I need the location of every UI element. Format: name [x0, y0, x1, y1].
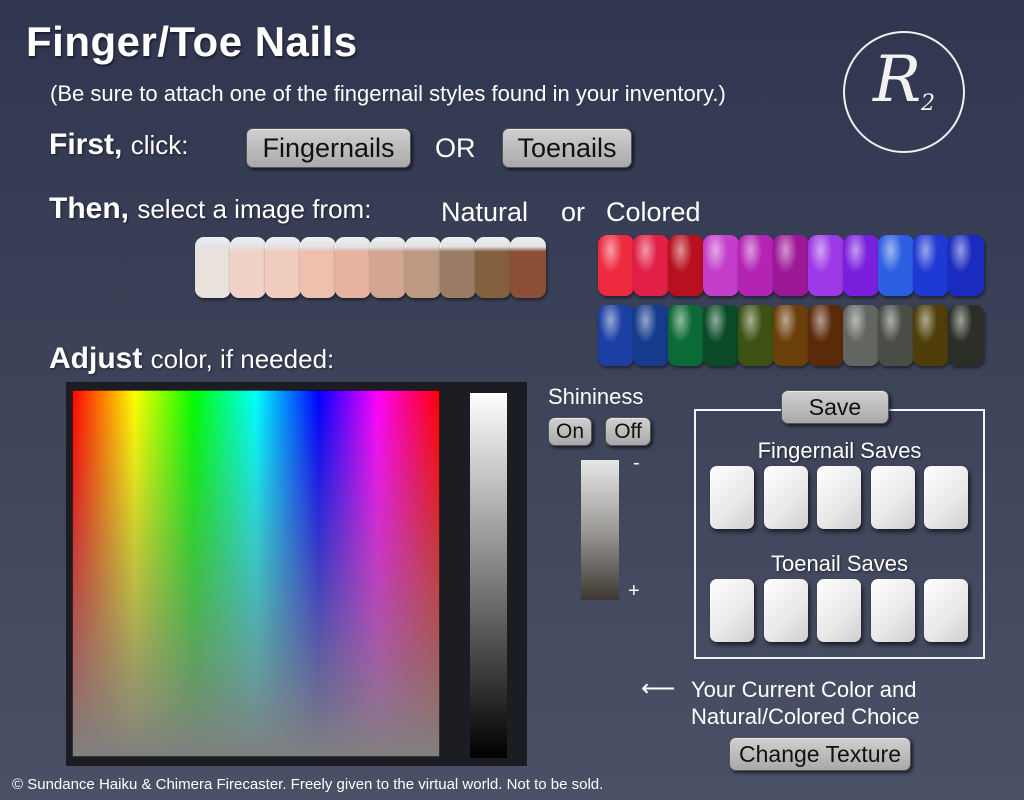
natural-nail-swatch[interactable]	[475, 237, 511, 298]
colored-nail-swatch[interactable]	[633, 235, 669, 296]
step3-bold: Adjust	[49, 342, 143, 375]
fingernail-save-slot[interactable]	[710, 466, 754, 529]
toenail-save-slot[interactable]	[763, 579, 808, 642]
colored-nail-swatch[interactable]	[633, 305, 669, 366]
colored-nail-swatch[interactable]	[773, 305, 809, 366]
fingernails-button[interactable]: Fingernails	[246, 128, 411, 168]
step2-bold: Then,	[49, 192, 129, 225]
save-button[interactable]: Save	[781, 390, 889, 424]
logo-subscript: 2	[921, 91, 935, 116]
colored-nail-swatch[interactable]	[703, 235, 739, 296]
step1-label: First, click:	[49, 128, 188, 162]
natural-nail-swatch[interactable]	[440, 237, 476, 298]
color-picker	[66, 382, 527, 766]
or-label: OR	[435, 133, 476, 163]
brand-logo: R 2	[843, 31, 965, 153]
colored-swatch-group-row2	[598, 305, 990, 367]
current-color-text: Your Current Color and Natural/Colored C…	[691, 676, 920, 730]
page-subtitle: (Be sure to attach one of the fingernail…	[50, 81, 726, 106]
natural-nail-swatch[interactable]	[510, 237, 546, 298]
natural-nail-swatch[interactable]	[335, 237, 371, 298]
fingernail-saves-row	[710, 466, 975, 536]
change-texture-button[interactable]: Change Texture	[729, 737, 911, 771]
colored-nail-swatch[interactable]	[878, 305, 914, 366]
colored-nail-swatch[interactable]	[843, 305, 879, 366]
arrow-left-icon: ⟵	[641, 675, 676, 702]
colored-nail-swatch[interactable]	[948, 235, 984, 296]
footer-copyright: © Sundance Haiku & Chimera Firecaster. F…	[12, 776, 604, 793]
colored-nail-swatch[interactable]	[948, 305, 984, 366]
shininess-on-button[interactable]: On	[548, 417, 592, 446]
colored-nail-swatch[interactable]	[808, 235, 844, 296]
hue-saturation-box[interactable]	[72, 390, 440, 757]
luminance-slider[interactable]	[470, 393, 507, 758]
fingernail-save-slot[interactable]	[870, 466, 915, 529]
natural-nail-swatch[interactable]	[405, 237, 441, 298]
colored-nail-swatch[interactable]	[808, 305, 844, 366]
colored-nail-swatch[interactable]	[843, 235, 879, 296]
shininess-off-button[interactable]: Off	[605, 417, 651, 446]
fingernail-save-slot[interactable]	[763, 466, 808, 529]
step3-rest: color, if needed:	[150, 344, 335, 374]
page-title: Finger/Toe Nails	[26, 18, 358, 65]
toenail-save-slot[interactable]	[817, 579, 861, 642]
toenails-button[interactable]: Toenails	[502, 128, 632, 168]
colored-nail-swatch[interactable]	[598, 235, 634, 296]
natural-swatch-group	[195, 237, 550, 299]
natural-nail-swatch[interactable]	[300, 237, 336, 298]
colored-nail-swatch[interactable]	[913, 305, 949, 366]
colored-nail-swatch[interactable]	[738, 305, 774, 366]
natural-label: Natural	[441, 197, 529, 227]
natural-nail-swatch[interactable]	[265, 237, 301, 298]
toenail-save-slot[interactable]	[710, 579, 754, 642]
colored-nail-swatch[interactable]	[913, 235, 949, 296]
logo-letter: R	[873, 43, 922, 117]
step1-bold: First,	[49, 128, 123, 161]
shininess-label: Shininess	[548, 384, 644, 409]
colored-nail-swatch[interactable]	[738, 235, 774, 296]
natural-nail-swatch[interactable]	[230, 237, 266, 298]
toenail-saves-label: Toenail Saves	[771, 551, 908, 576]
natural-nail-swatch[interactable]	[370, 237, 406, 298]
fingernail-save-slot[interactable]	[924, 466, 968, 529]
colored-nail-swatch[interactable]	[668, 235, 704, 296]
natural-nail-swatch[interactable]	[195, 237, 231, 298]
colored-nail-swatch[interactable]	[703, 305, 739, 366]
toenail-save-slot[interactable]	[924, 579, 968, 642]
step1-rest: click:	[130, 130, 189, 160]
fingernail-save-slot[interactable]	[817, 466, 861, 529]
colored-nail-swatch[interactable]	[878, 235, 914, 296]
saves-panel: Fingernail Saves Toenail Saves	[694, 409, 985, 659]
shininess-plus-label: +	[628, 580, 640, 602]
toenail-saves-row	[710, 579, 975, 649]
step3-label: Adjust color, if needed:	[49, 342, 334, 376]
current-color-line2: Natural/Colored Choice	[691, 704, 920, 729]
colored-nail-swatch[interactable]	[668, 305, 704, 366]
fingernail-saves-label: Fingernail Saves	[757, 438, 922, 463]
or-label-2: or	[561, 197, 586, 227]
shininess-slider[interactable]	[581, 460, 619, 600]
step2-rest: select a image from:	[137, 194, 372, 224]
colored-label: Colored	[606, 197, 701, 227]
step2-label: Then, select a image from:	[49, 192, 371, 226]
colored-swatch-group-row1	[598, 235, 990, 297]
colored-nail-swatch[interactable]	[773, 235, 809, 296]
toenail-save-slot[interactable]	[870, 579, 915, 642]
colored-nail-swatch[interactable]	[598, 305, 634, 366]
shininess-minus-label: -	[633, 452, 640, 474]
current-color-line1: Your Current Color and	[691, 677, 917, 702]
